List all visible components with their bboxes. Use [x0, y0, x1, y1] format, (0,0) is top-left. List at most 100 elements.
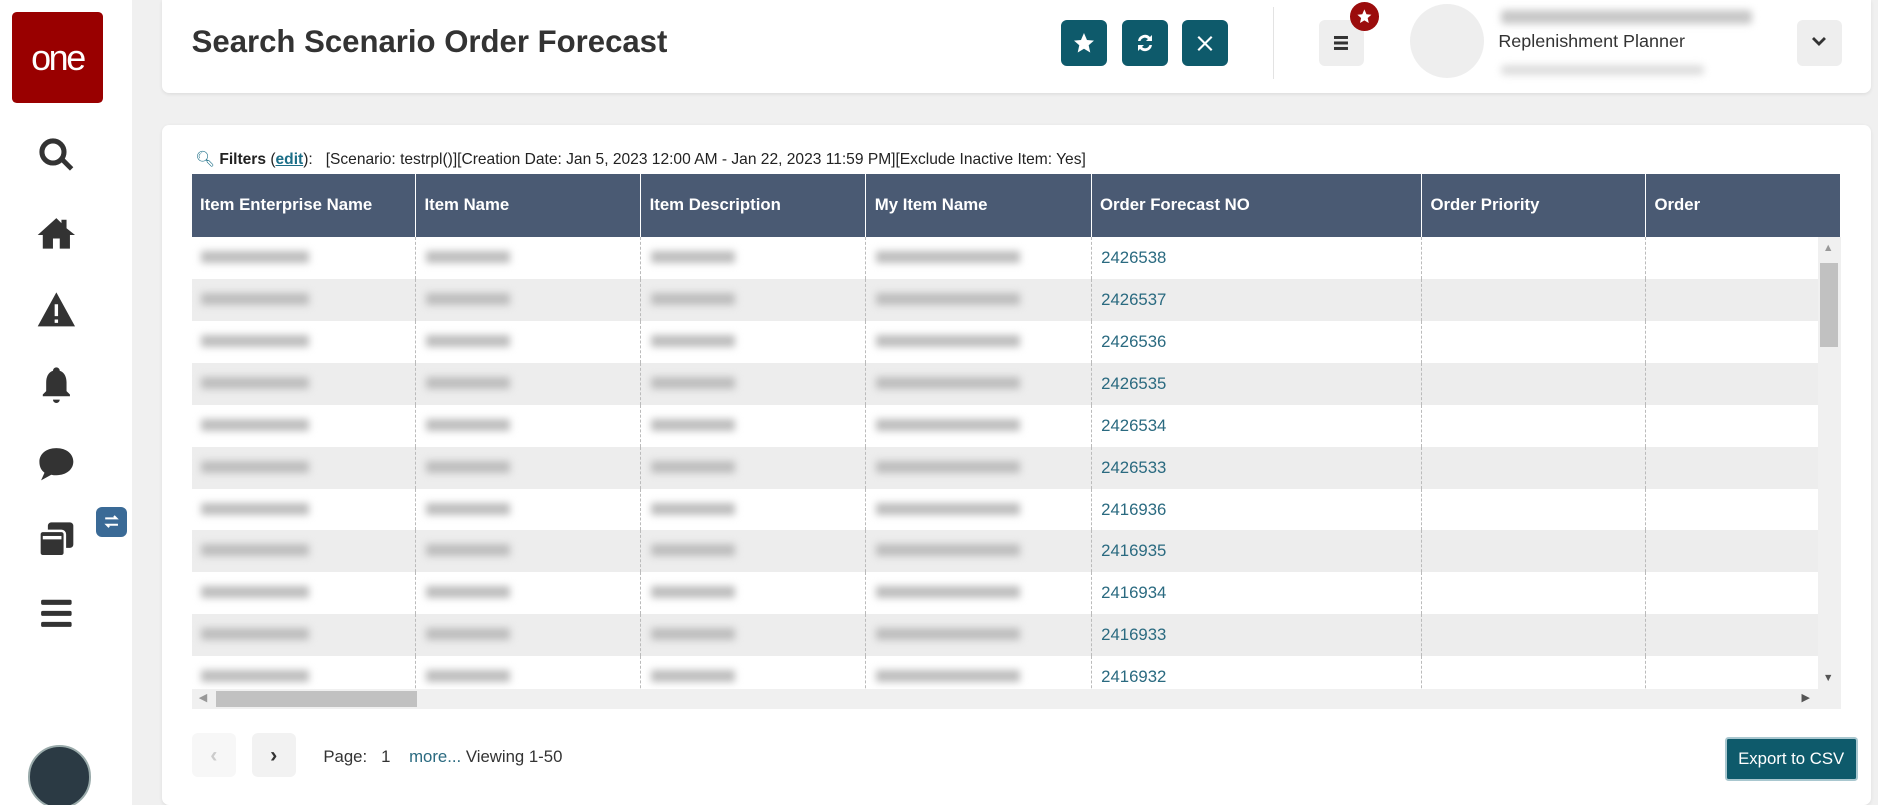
- table-cell: [1421, 237, 1647, 280]
- table-cell: [865, 237, 1092, 280]
- list-icon: [1334, 36, 1349, 51]
- order-forecast-link[interactable]: 2416935: [1101, 541, 1166, 560]
- table-cell: [640, 404, 867, 447]
- table-cell: [1645, 237, 1841, 280]
- column-header[interactable]: Item Name: [415, 173, 642, 238]
- refresh-icon: [1137, 34, 1152, 52]
- redacted-text: [201, 334, 309, 347]
- table-cell: [865, 488, 1092, 531]
- redacted-text: [425, 502, 510, 515]
- edit-filters-link[interactable]: edit: [276, 151, 304, 168]
- column-header[interactable]: Item Description: [640, 173, 867, 238]
- redacted-text: [650, 544, 735, 557]
- order-forecast-link[interactable]: 2416934: [1101, 583, 1166, 602]
- favorites-badge-icon[interactable]: [1349, 2, 1379, 32]
- export-csv-button[interactable]: Export to CSV: [1724, 736, 1858, 781]
- order-forecast-link[interactable]: 2416933: [1101, 625, 1166, 644]
- horizontal-scrollbar[interactable]: ◀ ▶: [191, 688, 1841, 710]
- table-cell: [1421, 530, 1647, 573]
- home-icon[interactable]: [32, 210, 80, 258]
- column-header[interactable]: Order Forecast NO: [1091, 173, 1423, 238]
- user-menu-dropdown[interactable]: [1796, 20, 1843, 66]
- redacted-text: [650, 628, 735, 641]
- redacted-text: [425, 628, 510, 641]
- scroll-thumb[interactable]: [215, 691, 417, 707]
- table-cell: [1645, 614, 1841, 657]
- redacted-text: [875, 670, 1020, 683]
- table-cell: 2426534: [1091, 404, 1423, 447]
- redacted-text: [201, 460, 309, 473]
- column-header[interactable]: My Item Name: [865, 173, 1092, 238]
- documents-icon[interactable]: [32, 515, 80, 563]
- redacted-text: [425, 293, 510, 305]
- redacted-text: [201, 418, 309, 431]
- search-icon: 🔍︎: [195, 150, 215, 168]
- table-cell: [865, 320, 1092, 363]
- assistant-avatar[interactable]: [27, 744, 92, 805]
- table-cell: [865, 279, 1092, 321]
- menu-icon[interactable]: [32, 589, 80, 637]
- order-forecast-link[interactable]: 2416936: [1101, 500, 1166, 519]
- scroll-thumb[interactable]: [1820, 263, 1839, 348]
- chat-icon[interactable]: [32, 440, 80, 488]
- redacted-text: [875, 251, 1020, 264]
- close-button[interactable]: [1182, 20, 1228, 66]
- order-forecast-link[interactable]: 2426538: [1101, 248, 1166, 267]
- order-forecast-link[interactable]: 2426534: [1101, 416, 1166, 435]
- viewing-range: Viewing 1-50: [465, 747, 563, 767]
- table-row: 2416934: [191, 572, 1841, 615]
- table-cell: [865, 572, 1092, 615]
- app-logo[interactable]: one: [11, 11, 103, 103]
- table-cell: [191, 320, 417, 363]
- redacted-text: [650, 334, 735, 347]
- table-cell: [1645, 656, 1841, 689]
- redacted-text: [201, 544, 309, 557]
- warning-icon[interactable]: [32, 285, 80, 333]
- redacted-text: [201, 251, 309, 264]
- table-cell: [1421, 279, 1647, 321]
- more-pages-link[interactable]: more...: [409, 747, 461, 766]
- table-cell: 2426538: [1091, 237, 1423, 280]
- table-cell: [191, 656, 417, 689]
- table-cell: [415, 488, 642, 531]
- table-cell: [640, 237, 867, 280]
- order-forecast-link[interactable]: 2426536: [1101, 332, 1166, 351]
- redacted-text: [875, 293, 1020, 305]
- order-forecast-link[interactable]: 2426535: [1101, 374, 1166, 393]
- table-cell: 2426533: [1091, 446, 1423, 489]
- redacted-text: [201, 628, 309, 641]
- current-page[interactable]: 1: [381, 747, 390, 766]
- vertical-scrollbar[interactable]: ▲ ▼: [1818, 237, 1841, 689]
- refresh-button[interactable]: [1122, 20, 1168, 66]
- order-forecast-link[interactable]: 2426533: [1101, 458, 1166, 477]
- order-forecast-link[interactable]: 2426537: [1101, 290, 1166, 309]
- next-page-button[interactable]: ›: [251, 732, 296, 778]
- page-title: Search Scenario Order Forecast: [191, 23, 668, 59]
- redacted-text: [650, 502, 735, 515]
- switch-icon[interactable]: [95, 506, 127, 537]
- redacted-text: [875, 376, 1020, 389]
- table-cell: [1645, 446, 1841, 489]
- table-cell: [191, 614, 417, 657]
- column-header[interactable]: Order Priority: [1421, 173, 1647, 238]
- user-email-blurred: [1500, 64, 1705, 76]
- table-row: 2416933: [191, 614, 1841, 657]
- redacted-text: [650, 670, 735, 683]
- table-cell: [191, 446, 417, 489]
- redacted-text: [201, 376, 309, 389]
- favorite-button[interactable]: [1061, 20, 1107, 66]
- user-name-blurred: [1500, 9, 1753, 24]
- table-cell: [1421, 362, 1647, 405]
- column-header[interactable]: Order: [1645, 173, 1841, 238]
- search-icon[interactable]: [32, 132, 80, 180]
- bell-icon[interactable]: [32, 361, 80, 409]
- table-cell: [1421, 572, 1647, 615]
- user-avatar[interactable]: [1409, 3, 1484, 78]
- prev-page-button[interactable]: ‹: [191, 732, 236, 778]
- table-cell: [865, 530, 1092, 573]
- column-header[interactable]: Item Enterprise Name: [191, 173, 417, 238]
- redacted-text: [650, 460, 735, 473]
- table-cell: [415, 572, 642, 615]
- table-cell: [1645, 362, 1841, 405]
- order-forecast-link[interactable]: 2416932: [1101, 667, 1166, 686]
